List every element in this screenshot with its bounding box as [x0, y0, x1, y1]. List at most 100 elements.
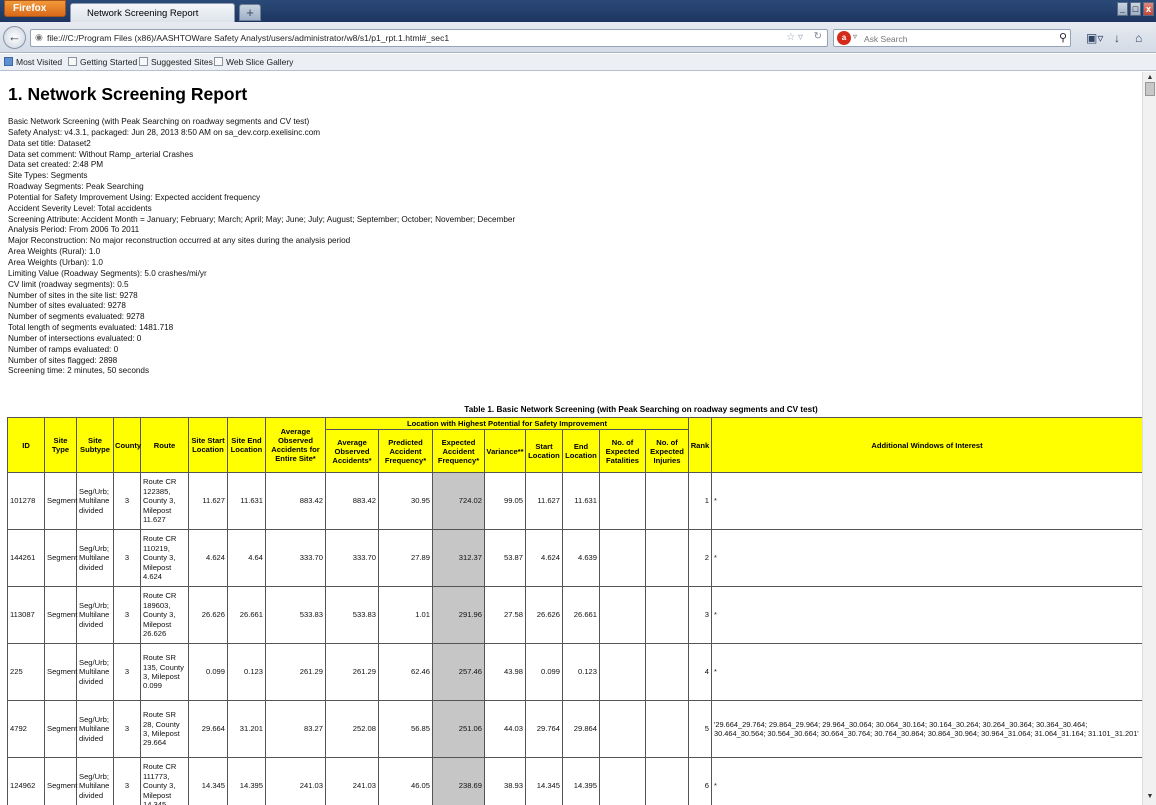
bookmarks-toolbar: Most Visited Getting Started Suggested S… — [0, 54, 1156, 71]
cell-site-end: 4.64 — [227, 529, 266, 587]
cell-route: Route CR 189603, County 3, Milepost 26.6… — [140, 586, 189, 644]
cell-end-location: 4.639 — [562, 529, 600, 587]
search-engine-icon[interactable]: a — [837, 31, 851, 45]
cell-variance: 99.05 — [484, 472, 526, 530]
cell-avg-observed-entire: 261.29 — [265, 643, 326, 701]
report-info-line: Number of sites evaluated: 9278 — [8, 301, 126, 311]
bookmark-web-slice-gallery[interactable]: Web Slice Gallery — [214, 57, 293, 67]
cell-fatalities — [599, 700, 646, 758]
report-info-line: Site Types: Segments — [8, 171, 88, 181]
bookmark-star-icon[interactable]: ☆ ▿ — [786, 32, 803, 43]
col-header-site-type: Site Type — [44, 417, 77, 473]
new-tab-button[interactable]: + — [239, 4, 261, 21]
home-icon[interactable]: ⌂ — [1135, 31, 1142, 45]
reload-icon[interactable]: ↻ — [814, 31, 822, 42]
bookmarks-menu-icon[interactable]: ▣▿ — [1086, 31, 1103, 45]
cell-fatalities — [599, 529, 646, 587]
report-info-line: Screening Attribute: Accident Month = Ja… — [8, 214, 516, 224]
close-button[interactable]: x — [1143, 2, 1154, 16]
table-row: 225 Segment Seg/Urb; Multilane divided 3 Rou… — [7, 643, 1142, 701]
back-button[interactable]: ← — [3, 26, 26, 49]
col-header-variance: Variance** — [484, 429, 526, 473]
cell-start-location: 14.345 — [525, 757, 563, 805]
vertical-scrollbar[interactable]: ▲ ▼ — [1142, 72, 1156, 805]
cell-predicted: 27.89 — [378, 529, 433, 587]
cell-county: 3 — [113, 700, 141, 758]
cell-expected: 251.06 — [432, 700, 485, 758]
report-info-line: Safety Analyst: v4.3.1, packaged: Jun 28… — [8, 127, 321, 137]
cell-site-start: 0.099 — [188, 643, 228, 701]
bookmark-getting-started[interactable]: Getting Started — [68, 57, 137, 67]
cell-additional-windows: * — [711, 586, 1142, 644]
cell-fatalities — [599, 757, 646, 805]
cell-site-start: 29.664 — [188, 700, 228, 758]
cell-rank: 6 — [688, 757, 712, 805]
report-info-line: Analysis Period: From 2006 To 2011 — [8, 225, 140, 235]
cell-avg-observed: 883.42 — [325, 472, 379, 530]
page-icon — [68, 57, 77, 66]
cell-additional-windows: * — [711, 643, 1142, 701]
col-header-fatalities: No. of Expected Fatalities — [599, 429, 646, 473]
table-row: 101278 Segment Seg/Urb; Multilane divided 3… — [7, 472, 1142, 530]
report-info-line: CV limit (roadway segments): 0.5 — [8, 279, 129, 289]
cell-start-location: 11.627 — [525, 472, 563, 530]
report-info-line: Screening time: 2 minutes, 50 seconds — [8, 366, 150, 376]
cell-end-location: 26.661 — [562, 586, 600, 644]
cell-id: 101278 — [7, 472, 45, 530]
cell-site-subtype: Seg/Urb; Multilane divided — [76, 472, 114, 530]
search-bar[interactable]: a ▿ ⚲ — [833, 29, 1071, 47]
cell-avg-observed-entire: 241.03 — [265, 757, 326, 805]
browser-window: Firefox Network Screening Report + _ □ x… — [0, 0, 1156, 805]
tab-network-screening-report[interactable]: Network Screening Report — [70, 3, 235, 22]
col-header-end-location: End Location — [562, 429, 600, 473]
col-header-county: County — [113, 417, 141, 473]
cell-site-end: 0.123 — [227, 643, 266, 701]
page-icon — [139, 57, 148, 66]
cell-site-subtype: Seg/Urb; Multilane divided — [76, 700, 114, 758]
search-engine-dropdown-icon[interactable]: ▿ — [853, 32, 857, 41]
cell-id: 113087 — [7, 586, 45, 644]
col-header-avg-observed-entire: Average Observed Accidents for Entire Si… — [265, 417, 326, 473]
cell-route: Route SR 28, County 3, Milepost 29.664 — [140, 700, 189, 758]
address-bar[interactable]: ◉ file:///C:/Program Files (x86)/AASHTOW… — [30, 29, 828, 47]
firefox-menu-button[interactable]: Firefox — [4, 0, 66, 17]
bookmark-most-visited[interactable]: Most Visited — [4, 57, 62, 67]
cell-site-type: Segment — [44, 643, 77, 701]
cell-site-type: Segment — [44, 472, 77, 530]
report-info-line: Limiting Value (Roadway Segments): 5.0 c… — [8, 268, 207, 278]
report-info-line: Potential for Safety Improvement Using: … — [8, 192, 261, 202]
cell-avg-observed: 261.29 — [325, 643, 379, 701]
report-info-line: Number of intersections evaluated: 0 — [8, 333, 142, 343]
maximize-button[interactable]: □ — [1130, 2, 1141, 16]
cell-id: 225 — [7, 643, 45, 701]
cell-end-location: 14.395 — [562, 757, 600, 805]
cell-rank: 5 — [688, 700, 712, 758]
cell-id: 4792 — [7, 700, 45, 758]
search-icon[interactable]: ⚲ — [1059, 31, 1067, 44]
cell-variance: 38.93 — [484, 757, 526, 805]
cell-predicted: 1.01 — [378, 586, 433, 644]
download-icon[interactable]: ↓ — [1114, 31, 1120, 45]
cell-end-location: 0.123 — [562, 643, 600, 701]
most-visited-icon — [4, 57, 13, 66]
cell-injuries — [645, 586, 689, 644]
report-info: Basic Network Screening (with Peak Searc… — [8, 117, 908, 377]
page-title: 1. Network Screening Report — [8, 84, 248, 104]
cell-site-end: 14.395 — [227, 757, 266, 805]
search-input[interactable] — [864, 32, 1044, 45]
cell-avg-observed-entire: 883.42 — [265, 472, 326, 530]
scroll-thumb[interactable] — [1145, 82, 1155, 96]
cell-site-subtype: Seg/Urb; Multilane divided — [76, 529, 114, 587]
cell-predicted: 62.46 — [378, 643, 433, 701]
cell-injuries — [645, 643, 689, 701]
cell-fatalities — [599, 586, 646, 644]
scroll-down-icon[interactable]: ▼ — [1145, 793, 1155, 803]
cell-start-location: 29.764 — [525, 700, 563, 758]
bookmark-suggested-sites[interactable]: Suggested Sites — [139, 57, 213, 67]
cell-fatalities — [599, 643, 646, 701]
cell-id: 124962 — [7, 757, 45, 805]
results-table: ID Site Type Site Subtype County Route S… — [7, 417, 1142, 805]
minimize-button[interactable]: _ — [1117, 2, 1128, 16]
url-text[interactable]: file:///C:/Program Files (x86)/AASHTOWar… — [47, 33, 449, 43]
cell-variance: 27.58 — [484, 586, 526, 644]
